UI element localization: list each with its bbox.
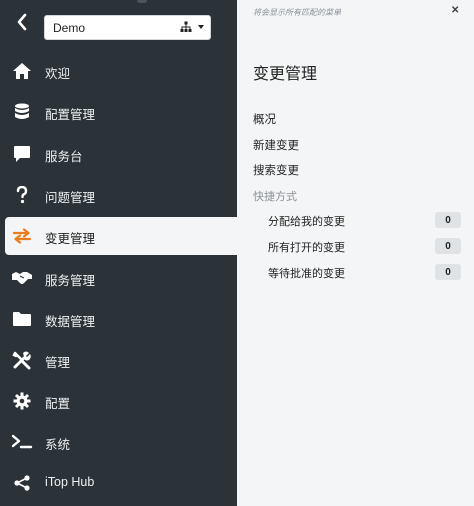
terminal-icon [11, 432, 33, 452]
menu-item-label: 变更管理 [45, 232, 96, 246]
database-icon [11, 102, 33, 122]
share-icon [11, 473, 33, 493]
menu-item-itop-hub[interactable]: iTop Hub [0, 464, 237, 502]
menu-item-label: iTop Hub [45, 475, 95, 489]
shortcut-assigned-to-me[interactable]: 分配给我的变更 [268, 213, 345, 229]
menu-item-data-management[interactable]: 数据管理 [0, 300, 237, 338]
menu-item-label: 欢迎 [45, 67, 71, 81]
submenu-link-overview[interactable]: 概况 [253, 111, 276, 127]
menu-item-admin[interactable]: 管理 [0, 341, 237, 379]
top-handle [137, 0, 147, 3]
count-badge: 0 [435, 238, 461, 254]
sitemap-icon [180, 21, 192, 32]
gear-icon [11, 391, 33, 411]
folder-icon [11, 309, 33, 329]
chevron-down-icon [198, 25, 204, 29]
menu-item-label: 配置管理 [45, 108, 96, 122]
handshake-icon [11, 268, 33, 288]
menu-item-change-management[interactable]: 变更管理 [5, 217, 237, 255]
menu-item-problem-management[interactable]: 问题管理 [0, 176, 237, 214]
menu-item-label: 问题管理 [45, 191, 96, 205]
menu-item-welcome[interactable]: 欢迎 [0, 52, 237, 90]
shortcut-awaiting-approval[interactable]: 等待批准的变更 [268, 265, 345, 281]
menu-item-configure[interactable]: 配置 [0, 382, 237, 420]
menu-item-label: 系统 [45, 438, 71, 452]
sidebar: Demo 欢迎 配置管理 服务台 问题管理 变更管理 服务管理 数据管理 管理 … [0, 0, 237, 506]
menu-item-system[interactable]: 系统 [0, 423, 237, 461]
menu-item-label: 数据管理 [45, 315, 96, 329]
submenu-link-new-change[interactable]: 新建变更 [253, 137, 299, 153]
shortcut-all-open[interactable]: 所有打开的变更 [268, 239, 345, 255]
tools-icon [11, 350, 33, 370]
menu-item-service-desk[interactable]: 服务台 [0, 135, 237, 173]
filter-hint: 将会显示所有匹配的菜单 [253, 8, 341, 17]
chat-bubble-icon [11, 144, 33, 164]
exchange-arrows-icon [11, 226, 33, 246]
menu-item-label: 服务台 [45, 150, 83, 164]
count-badge: 0 [435, 264, 461, 280]
menu-item-label: 服务管理 [45, 274, 96, 288]
shortcuts-group-label: 快捷方式 [253, 191, 297, 203]
menu-item-configuration-management[interactable]: 配置管理 [0, 93, 237, 131]
organization-select[interactable]: Demo [44, 15, 211, 40]
menu-item-label: 管理 [45, 356, 71, 370]
submenu-link-search-changes[interactable]: 搜索变更 [253, 162, 299, 178]
menu-item-service-management[interactable]: 服务管理 [0, 259, 237, 297]
count-badge: 0 [435, 212, 461, 228]
chevron-left-icon [17, 13, 27, 31]
submenu-panel: 将会显示所有匹配的菜单 ✕ 变更管理 概况 新建变更 搜索变更 快捷方式 分配给… [237, 0, 474, 506]
panel-title: 变更管理 [253, 66, 318, 83]
close-icon[interactable]: ✕ [451, 5, 459, 16]
collapse-button[interactable] [10, 8, 34, 36]
question-mark-icon [11, 185, 33, 205]
menu-item-label: 配置 [45, 397, 71, 411]
sidebar-topbar: Demo [0, 0, 237, 52]
organization-select-value: Demo [53, 20, 86, 35]
home-icon [11, 61, 33, 81]
